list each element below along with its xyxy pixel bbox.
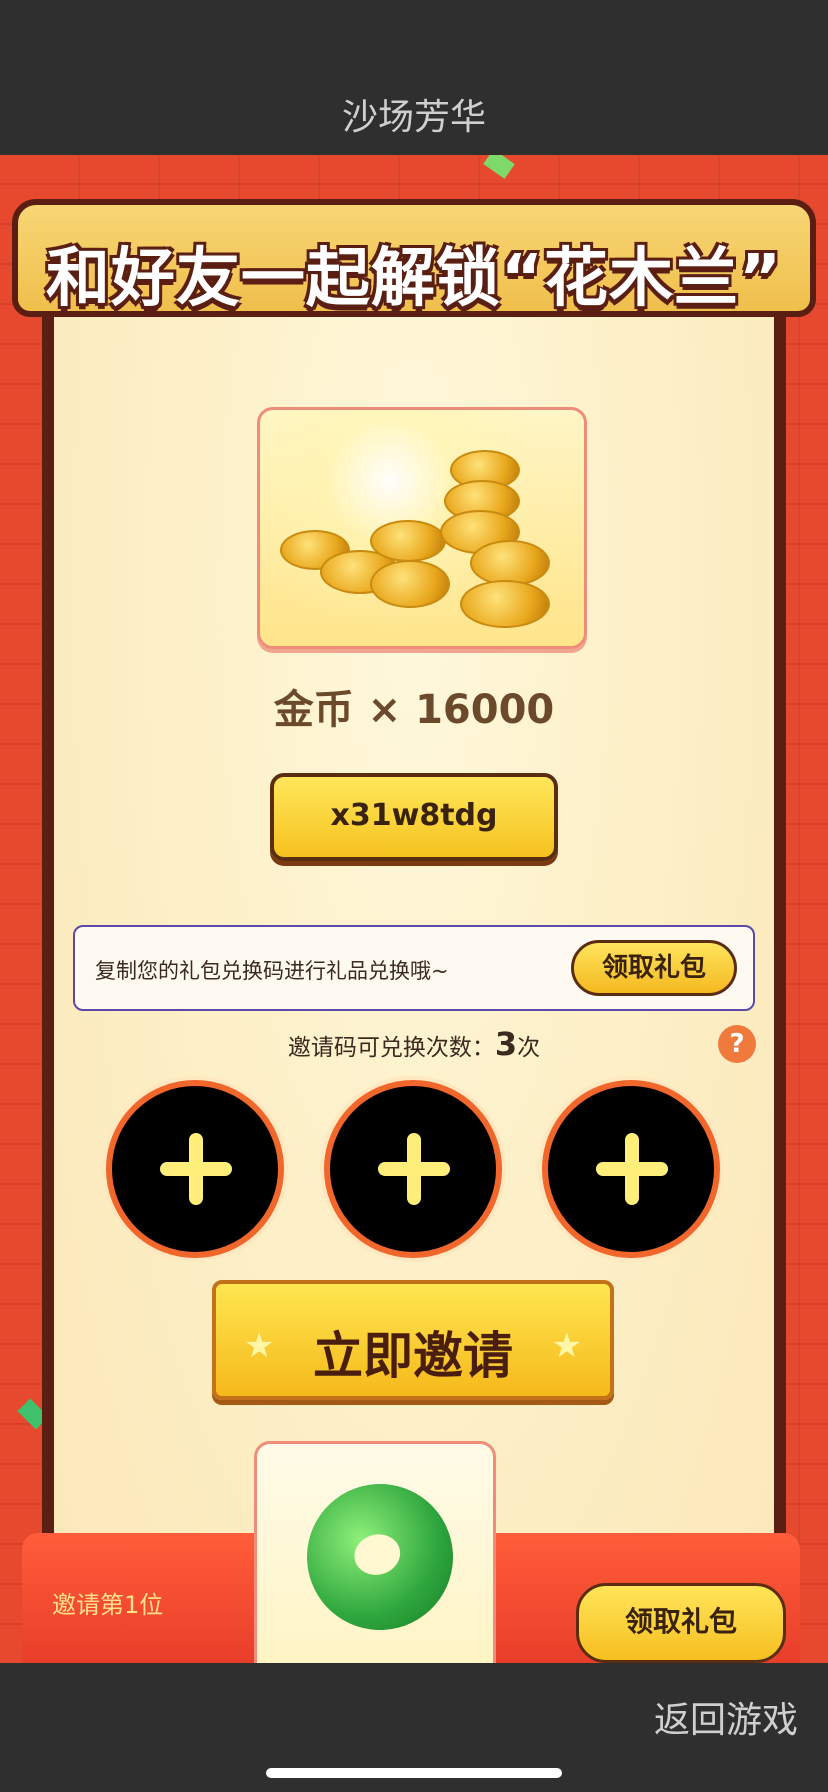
gift-code-button[interactable]: x31w8tdg [270, 773, 558, 861]
event-banner: 和好友一起解锁“花木兰” [2, 185, 826, 325]
home-indicator[interactable] [266, 1768, 562, 1778]
claim-gift-button[interactable]: 领取礼包 [571, 940, 737, 996]
coin [470, 540, 550, 586]
invite-count-number: 3 [494, 1025, 518, 1063]
invite-count-prefix: 邀请码可兑换次数： [287, 1035, 495, 1061]
invite-slot-3[interactable] [542, 1080, 720, 1258]
claim-invite-gift-button[interactable]: 领取礼包 [576, 1583, 786, 1663]
coin [370, 560, 450, 608]
invite-slot-2[interactable] [324, 1080, 502, 1258]
jade-reward-image [254, 1441, 496, 1663]
invite-count-suffix: 次 [517, 1035, 541, 1061]
star-icon: ★ [551, 1326, 582, 1366]
invite-reward-label: 邀请第1位 [52, 1591, 164, 1619]
reward-image [257, 407, 587, 649]
event-stage: 和好友一起解锁“花木兰” 金币 × 16000 x31w8tdg 复制您的礼包兑… [0, 155, 828, 1663]
coin [460, 580, 550, 628]
coin [370, 520, 446, 562]
invite-now-button[interactable]: ★ 立即邀请 ★ [212, 1280, 614, 1400]
page-title: 沙场芳华 [341, 97, 486, 138]
confetti-decoration [483, 155, 515, 179]
gift-code-hint: 复制您的礼包兑换码进行礼品兑换哦~ [95, 959, 449, 983]
banner-title: 和好友一起解锁“花木兰” [45, 242, 783, 316]
reward-label: 金币 × 16000 [273, 687, 555, 733]
gift-code-hint-box: 复制您的礼包兑换码进行礼品兑换哦~ 领取礼包 [73, 925, 755, 1011]
invite-count: 邀请码可兑换次数：3次 [0, 1025, 828, 1063]
help-icon[interactable]: ? [718, 1025, 756, 1063]
jade-ring-icon [290, 1467, 470, 1647]
back-to-game-button[interactable]: 返回游戏 [654, 1691, 798, 1743]
invite-slot-1[interactable] [106, 1080, 284, 1258]
top-bar: 沙场芳华 [0, 0, 828, 155]
bottom-bar: 返回游戏 [0, 1663, 828, 1792]
jade-ring-hole [349, 1529, 405, 1580]
